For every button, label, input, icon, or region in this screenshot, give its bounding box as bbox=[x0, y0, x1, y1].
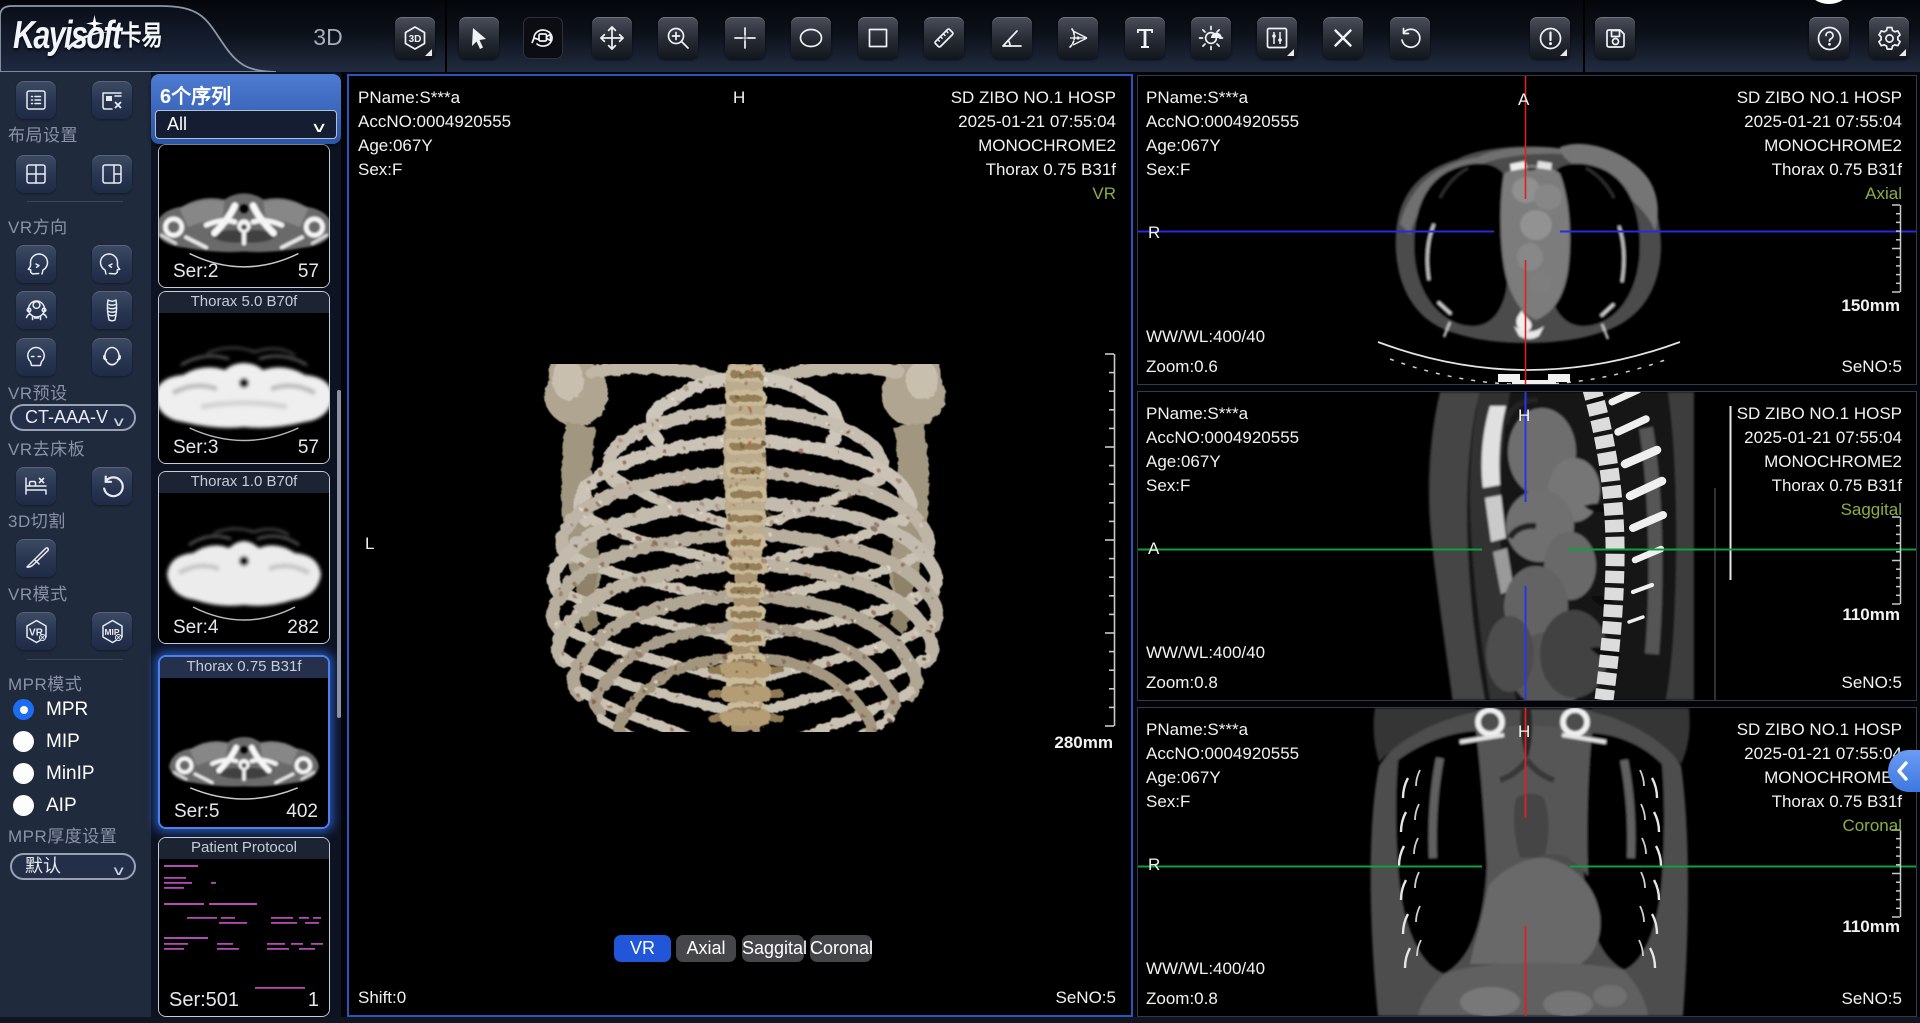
svg-text:3D: 3D bbox=[409, 34, 422, 45]
